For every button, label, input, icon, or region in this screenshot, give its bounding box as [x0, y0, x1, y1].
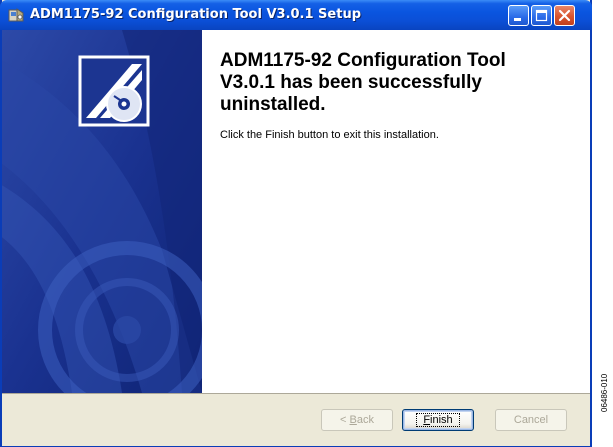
heading-line: V3.0.1 has been successfully: [220, 72, 482, 93]
installer-banner: [2, 30, 202, 393]
setup-package-icon: [8, 7, 24, 23]
completion-message: Click the Finish button to exit this ins…: [220, 129, 439, 141]
close-icon: [558, 9, 571, 22]
minimize-button[interactable]: [508, 5, 529, 26]
heading-line: uninstalled.: [220, 94, 326, 115]
back-label-rest: ack: [356, 414, 374, 426]
button-bar: < Back Finish Cancel: [2, 393, 590, 446]
finish-label-rest: inish: [430, 414, 453, 426]
finish-button[interactable]: Finish: [402, 409, 474, 431]
maximize-icon: [535, 9, 548, 22]
cancel-button[interactable]: Cancel: [495, 409, 567, 431]
figure-label: 06486-010: [600, 373, 609, 412]
close-button[interactable]: [554, 5, 575, 26]
heading-line: ADM1175-92 Configuration Tool: [220, 50, 506, 71]
back-button[interactable]: < Back: [321, 409, 393, 431]
back-mnemonic: B: [349, 414, 357, 426]
maximize-button[interactable]: [531, 5, 552, 26]
focus-rect: Finish: [416, 413, 460, 427]
content-panel: ADM1175-92 Configuration Tool V3.0.1 has…: [202, 30, 590, 393]
installer-cd-icon: [78, 55, 150, 127]
title-bar[interactable]: ADM1175-92 Configuration Tool V3.0.1 Set…: [0, 0, 592, 30]
setup-window: ADM1175-92 Configuration Tool V3.0.1 Set…: [0, 0, 592, 447]
back-prefix: <: [340, 414, 350, 426]
completion-heading: ADM1175-92 Configuration Tool V3.0.1 has…: [220, 50, 580, 116]
window-title: ADM1175-92 Configuration Tool V3.0.1 Set…: [30, 7, 362, 22]
minimize-icon: [514, 18, 521, 21]
